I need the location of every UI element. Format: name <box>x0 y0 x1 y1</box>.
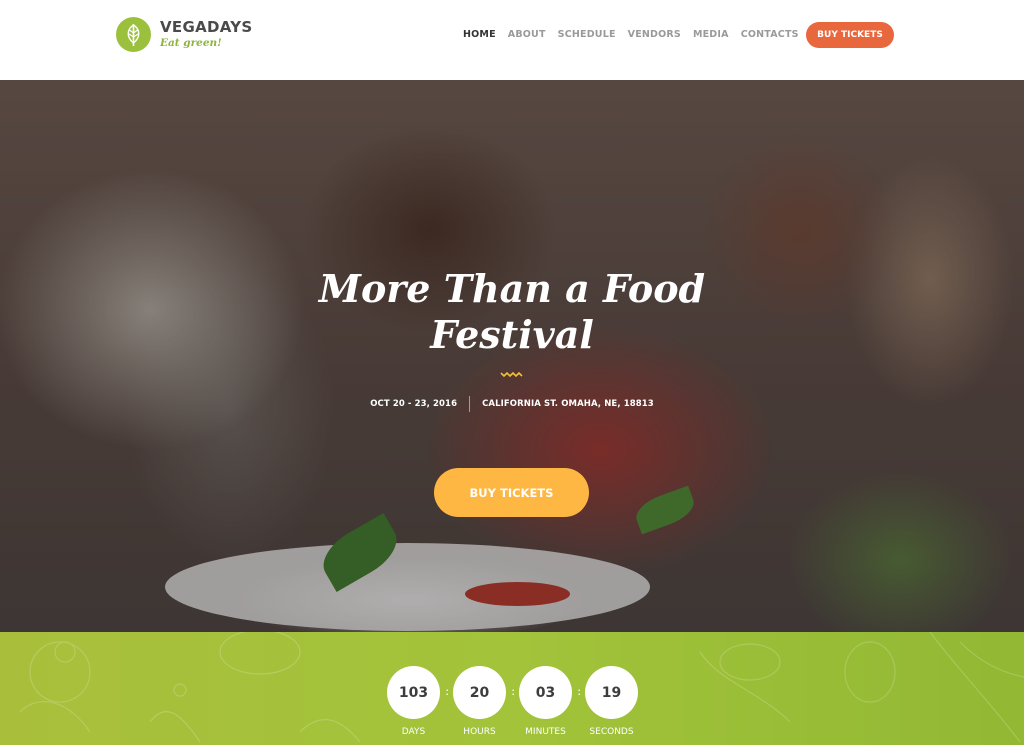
countdown-minutes: 03 : MINUTES <box>519 666 581 737</box>
countdown-minutes-value: 03 <box>519 666 572 719</box>
squiggle-divider-icon <box>500 371 523 378</box>
countdown-seconds-label: SECONDS <box>589 727 634 737</box>
event-date: OCT 20 - 23, 2016 <box>370 399 458 409</box>
countdown-hours-value: 20 <box>453 666 506 719</box>
logo-tagline: Eat green! <box>160 37 222 49</box>
hero-section: More Than a Food Festival OCT 20 - 23, 2… <box>0 80 1024 632</box>
countdown-days-value: 103 <box>387 666 440 719</box>
logo-name: VEGADAYS <box>160 18 253 36</box>
hero-title-line1: More Than a Food <box>318 266 706 311</box>
colon-separator: : <box>445 686 449 698</box>
nav-item-media[interactable]: MEDIA <box>693 29 729 40</box>
main-nav: HOME ABOUT SCHEDULE VENDORS MEDIA CONTAC… <box>463 29 811 40</box>
leaf-icon <box>116 17 151 52</box>
colon-separator: : <box>577 686 581 698</box>
event-location: CALIFORNIA ST. OMAHA, NE, 18813 <box>482 399 654 409</box>
countdown-seconds: 19 SECONDS <box>585 666 638 737</box>
countdown-days: 103 : DAYS <box>387 666 449 737</box>
colon-separator: : <box>511 686 515 698</box>
divider <box>469 396 471 412</box>
nav-item-contacts[interactable]: CONTACTS <box>741 29 799 40</box>
nav-item-about[interactable]: ABOUT <box>508 29 546 40</box>
countdown-hours: 20 : HOURS <box>453 666 515 737</box>
event-info: OCT 20 - 23, 2016 CALIFORNIA ST. OMAHA, … <box>0 396 1024 412</box>
countdown-seconds-value: 19 <box>585 666 638 719</box>
header-buy-tickets-button[interactable]: BUY TICKETS <box>806 22 894 48</box>
countdown-timer: 103 : DAYS 20 : HOURS 03 : MINUTES 19 SE… <box>387 666 638 737</box>
countdown-section: 103 : DAYS 20 : HOURS 03 : MINUTES 19 SE… <box>0 632 1024 745</box>
nav-item-home[interactable]: HOME <box>463 29 496 40</box>
hero-title: More Than a Food Festival <box>0 266 1024 358</box>
hero-title-line2: Festival <box>430 312 594 357</box>
logo[interactable]: VEGADAYS Eat green! <box>116 17 252 52</box>
site-header: VEGADAYS Eat green! HOME ABOUT SCHEDULE … <box>0 0 1024 80</box>
nav-item-vendors[interactable]: VENDORS <box>628 29 681 40</box>
hero-buy-tickets-button[interactable]: BUY TICKETS <box>434 468 589 517</box>
nav-item-schedule[interactable]: SCHEDULE <box>558 29 616 40</box>
